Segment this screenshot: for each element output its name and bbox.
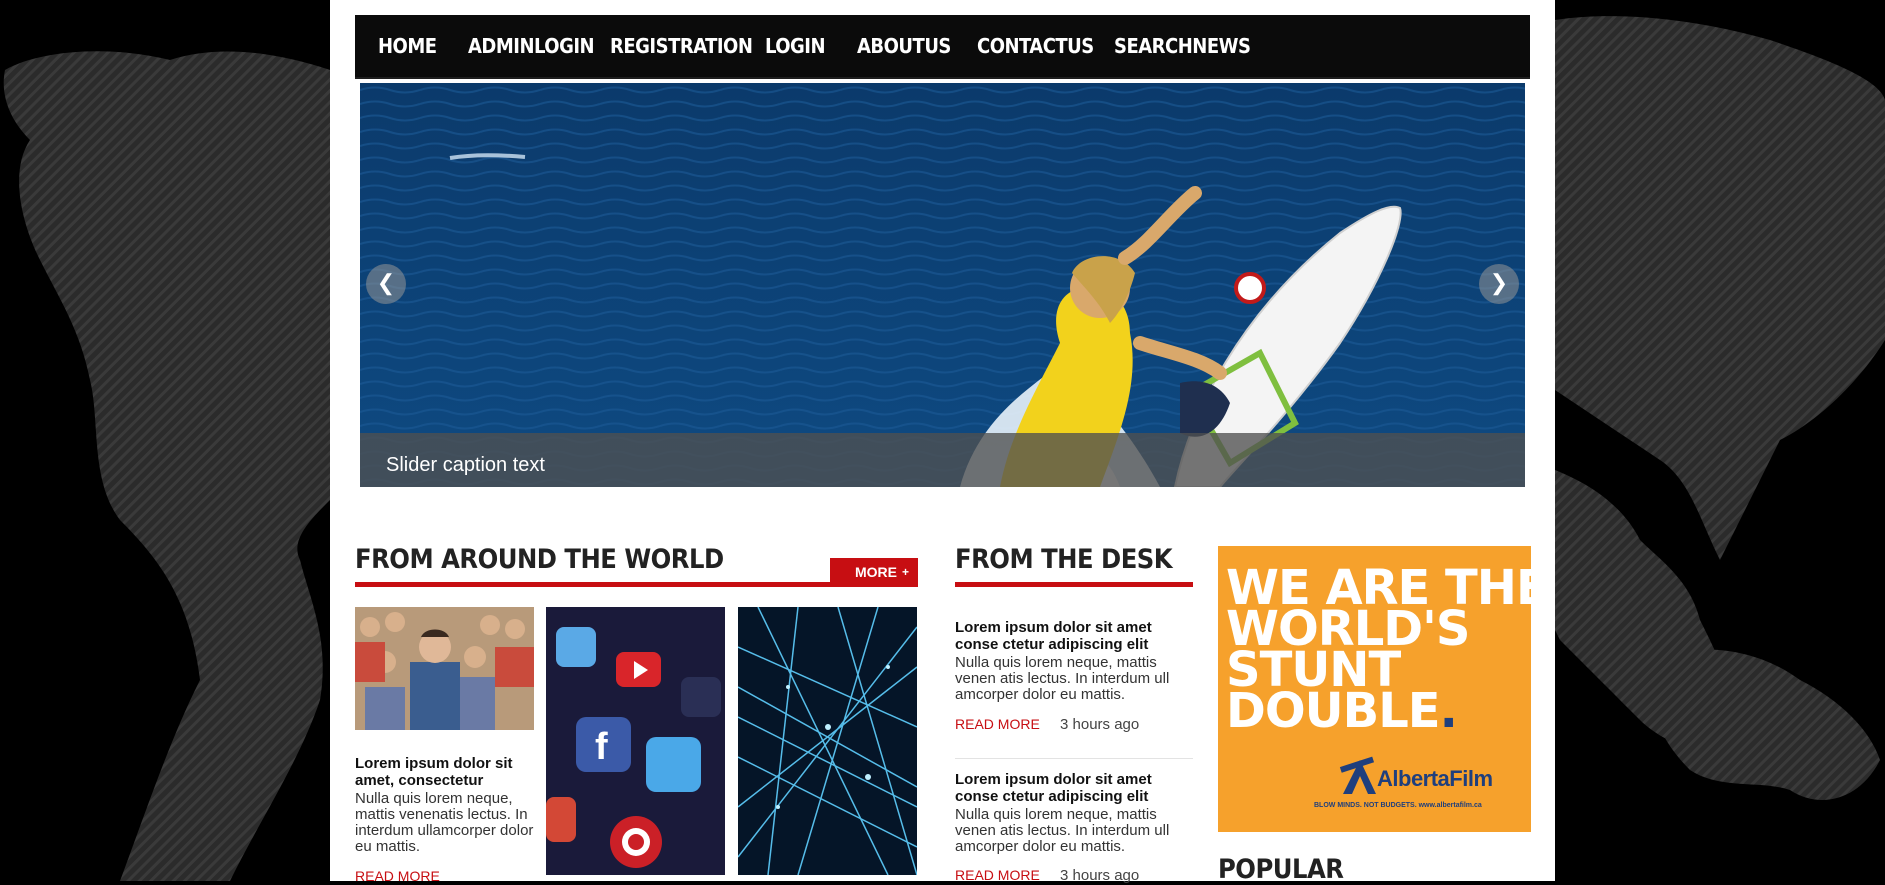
nav-aboutus[interactable]: AboutUs	[857, 15, 951, 77]
section-rule-desk	[955, 582, 1193, 587]
chevron-right-icon: ❯	[1489, 270, 1509, 295]
social-apps-image: f	[546, 607, 725, 875]
slider-prev-button[interactable]: ❮	[366, 264, 406, 304]
slider-next-button[interactable]: ❯	[1479, 264, 1519, 304]
desk-story-1-time: 3 hours ago	[1060, 716, 1140, 733]
nav-adminlogin[interactable]: AdminLogin	[468, 15, 595, 77]
speaker-image	[355, 607, 534, 730]
network-lights-image	[738, 607, 917, 875]
plus-icon: +	[902, 565, 910, 579]
ad-banner-albertafilm[interactable]: WE ARE THE WORLD'S STUNT DOUBLE. Alberta…	[1218, 546, 1531, 832]
more-button[interactable]: MORE +	[830, 558, 918, 587]
nav-searchnews[interactable]: SearchNews	[1114, 15, 1251, 77]
thumbnail-speaker[interactable]	[355, 607, 534, 730]
section-heading-popular: Popular	[1218, 854, 1344, 885]
image-slider[interactable]: Slider caption text ❮ ❯	[360, 83, 1525, 487]
world-read-more-link[interactable]: READ MORE	[355, 868, 440, 884]
ad-headline: WE ARE THE WORLD'S STUNT DOUBLE.	[1226, 564, 1531, 735]
desk-story-2-time: 3 hours ago	[1060, 867, 1140, 884]
desk-story-1-body: Nulla quis lorem neque, mattis venen ati…	[955, 654, 1170, 703]
svg-text:f: f	[595, 726, 608, 768]
ad-headline-period: .	[1439, 683, 1458, 739]
slider-caption: Slider caption text	[386, 454, 545, 476]
desk-story-2-body: Nulla quis lorem neque, mattis venen ati…	[955, 806, 1170, 855]
ad-brand: AlbertaFilm	[1377, 766, 1493, 791]
section-heading-world: From Around the World	[355, 544, 724, 575]
nav-home[interactable]: Home	[378, 15, 437, 77]
desk-story-1-read-more[interactable]: READ MORE	[955, 716, 1040, 732]
ad-headline-line-4-text: DOUBLE	[1226, 683, 1441, 739]
world-story-title[interactable]: Lorem ipsum dolor sit amet, consectetur	[355, 755, 535, 789]
chevron-left-icon: ❮	[376, 270, 396, 295]
world-story-body: Nulla quis lorem neque, mattis venenatis…	[355, 790, 534, 855]
ad-tagline: BLOW MINDS. NOT BUDGETS. www.albertafilm…	[1314, 802, 1482, 809]
albertafilm-logo-icon	[1339, 756, 1376, 794]
nav-login[interactable]: Login	[765, 15, 826, 77]
main-navbar: Home AdminLogin Registration Login About…	[355, 15, 1530, 79]
nav-registration[interactable]: Registration	[610, 15, 753, 77]
slider-caption-bar: Slider caption text	[360, 433, 1525, 487]
slider-image-surfer	[360, 83, 1525, 487]
desk-divider	[955, 758, 1193, 759]
ad-headline-line-4: DOUBLE.	[1226, 687, 1531, 735]
more-button-label: MORE	[855, 564, 897, 580]
page-container: Home AdminLogin Registration Login About…	[330, 0, 1555, 885]
desk-story-2-title[interactable]: Lorem ipsum dolor sit amet conse ctetur …	[955, 771, 1185, 805]
section-heading-desk: From the Desk	[955, 544, 1173, 575]
nav-contactus[interactable]: ContactUs	[977, 15, 1094, 77]
thumbnail-social-apps[interactable]: f	[546, 607, 725, 875]
thumbnail-network[interactable]	[738, 607, 917, 875]
desk-story-1-title[interactable]: Lorem ipsum dolor sit amet conse ctetur …	[955, 619, 1185, 653]
